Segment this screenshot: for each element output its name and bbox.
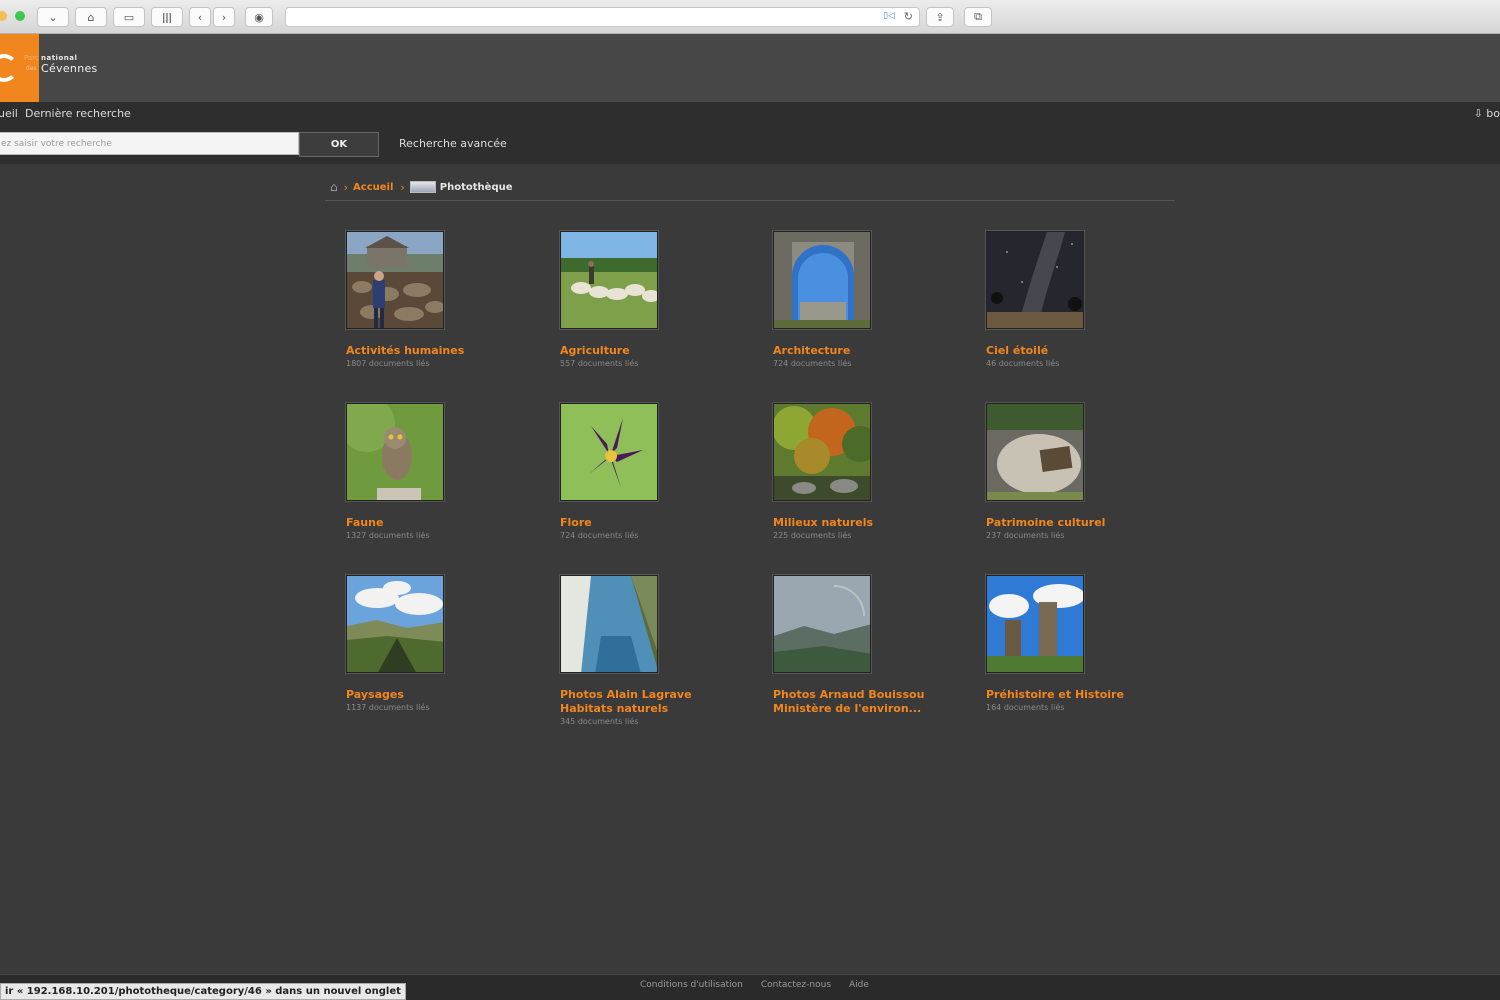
search-input[interactable] xyxy=(0,132,299,155)
footer-terms-link[interactable]: Conditions d'utilisation xyxy=(640,980,743,990)
category-count: 237 documents liés xyxy=(986,531,1065,540)
category-count: 164 documents liés xyxy=(986,703,1065,712)
category-title[interactable]: Architecture xyxy=(773,344,973,358)
category-thumbnail[interactable] xyxy=(346,403,444,501)
category-title-line2[interactable]: Habitats naturels xyxy=(560,702,760,716)
search-bar: OK Recherche avancée xyxy=(0,126,1500,164)
home-icon[interactable]: ⌂ xyxy=(330,180,338,194)
category-title-line2[interactable]: Ministère de l'environ... xyxy=(773,702,973,716)
reader-icon[interactable]: ▯◁ xyxy=(883,11,895,21)
category-title[interactable]: Préhistoire et Histoire xyxy=(986,688,1186,702)
category-title[interactable]: Paysages xyxy=(346,688,546,702)
bookmarks-icon[interactable]: ǀǀǀ xyxy=(151,7,183,27)
nav-last-search[interactable]: Dernière recherche xyxy=(25,107,131,120)
category-title[interactable]: Photos Arnaud Bouissou xyxy=(773,688,973,702)
reload-icon[interactable]: ↻ xyxy=(904,10,913,23)
breadcrumb-current: Photothèque xyxy=(439,181,513,193)
category-count: 1137 documents liés xyxy=(346,703,430,712)
category-count: 345 documents liés xyxy=(560,717,639,726)
logo-sun-icon xyxy=(0,54,18,82)
download-icon[interactable]: ⌄ xyxy=(37,7,69,27)
browser-toolbar: ⌄ ⌂ ▭ ǀǀǀ ‹ › ◉ ▯◁ ↻ ⇪ ⧉ xyxy=(0,0,1500,34)
minimize-button[interactable] xyxy=(0,11,7,21)
category-thumbnail[interactable] xyxy=(986,575,1084,673)
category-thumbnail[interactable] xyxy=(346,575,444,673)
nav-user-label: bo xyxy=(1486,107,1500,120)
logo-text-line2: Cévennes xyxy=(41,62,98,75)
category-card[interactable]: Activités humaines 1807 documents liés xyxy=(346,231,546,370)
category-card[interactable]: Agriculture 557 documents liés xyxy=(560,231,760,370)
breadcrumb-home-link[interactable]: Accueil xyxy=(353,182,393,193)
category-count: 557 documents liés xyxy=(560,359,639,368)
chevron-right-icon: › xyxy=(400,180,405,194)
category-count: 724 documents liés xyxy=(560,531,639,540)
category-thumbnail[interactable] xyxy=(986,403,1084,501)
category-title[interactable]: Patrimoine culturel xyxy=(986,516,1186,530)
nav-user[interactable]: ⇩ bo xyxy=(1474,107,1500,120)
category-thumbnail[interactable] xyxy=(346,231,444,329)
category-thumbnail[interactable] xyxy=(773,231,871,329)
category-title[interactable]: Agriculture xyxy=(560,344,760,358)
category-count: 225 documents liés xyxy=(773,531,852,540)
logo-text-line1: national xyxy=(41,54,78,62)
address-bar[interactable]: ▯◁ ↻ xyxy=(285,7,920,27)
breadcrumb: ⌂ › Accueil › Photothèque xyxy=(330,178,513,196)
category-title[interactable]: Faune xyxy=(346,516,546,530)
category-card[interactable]: Patrimoine culturel 237 documents liés xyxy=(986,403,1186,542)
tabs-icon[interactable]: ⧉ xyxy=(964,7,992,27)
category-title[interactable]: Activités humaines xyxy=(346,344,546,358)
category-card[interactable]: Faune 1327 documents liés xyxy=(346,403,546,542)
category-card[interactable]: Architecture 724 documents liés xyxy=(773,231,973,370)
category-thumbnail[interactable] xyxy=(986,231,1084,329)
share-icon[interactable]: ⇪ xyxy=(926,7,954,27)
breadcrumb-divider xyxy=(325,200,1175,201)
category-thumbnail[interactable] xyxy=(560,231,658,329)
extension-icon[interactable]: ◉ xyxy=(245,7,273,27)
category-card[interactable]: Photos Arnaud Bouissou Ministère de l'en… xyxy=(773,575,973,716)
logo-prefix-des: des xyxy=(26,65,37,72)
category-thumbnail[interactable] xyxy=(560,403,658,501)
category-card[interactable]: Photos Alain Lagrave Habitats naturels 3… xyxy=(560,575,760,728)
category-title[interactable]: Photos Alain Lagrave xyxy=(560,688,760,702)
search-ok-button[interactable]: OK xyxy=(299,132,379,157)
category-card[interactable]: Ciel étoilé 46 documents liés xyxy=(986,231,1186,370)
user-icon: ⇩ xyxy=(1473,107,1487,120)
footer-help-link[interactable]: Aide xyxy=(849,980,869,990)
category-card[interactable]: Flore 724 documents liés xyxy=(560,403,760,542)
main-nav: ueil Dernière recherche ⇩ bo xyxy=(0,102,1500,126)
category-title[interactable]: Milieux naturels xyxy=(773,516,973,530)
category-title[interactable]: Ciel étoilé xyxy=(986,344,1186,358)
category-count: 1327 documents liés xyxy=(346,531,430,540)
category-count: 724 documents liés xyxy=(773,359,852,368)
category-count: 46 documents liés xyxy=(986,359,1060,368)
zoom-button[interactable] xyxy=(15,11,25,21)
browser-status-url: ir « 192.168.10.201/phototheque/category… xyxy=(0,983,406,1000)
category-card[interactable]: Paysages 1137 documents liés xyxy=(346,575,546,714)
category-card[interactable]: Préhistoire et Histoire 164 documents li… xyxy=(986,575,1186,714)
category-thumbnail[interactable] xyxy=(773,575,871,673)
category-thumbnail[interactable] xyxy=(773,403,871,501)
sidebar-icon[interactable]: ▭ xyxy=(113,7,145,27)
site-header: Parc national des Cévennes xyxy=(0,34,1500,102)
phototheque-thumbnail xyxy=(409,181,436,193)
category-title[interactable]: Flore xyxy=(560,516,760,530)
category-count: 1807 documents liés xyxy=(346,359,430,368)
home-icon[interactable]: ⌂ xyxy=(75,7,107,27)
advanced-search-link[interactable]: Recherche avancée xyxy=(399,137,507,150)
back-icon[interactable]: ‹ xyxy=(189,7,211,27)
category-thumbnail[interactable] xyxy=(560,575,658,673)
category-card[interactable]: Milieux naturels 225 documents liés xyxy=(773,403,973,542)
chevron-right-icon: › xyxy=(343,180,349,194)
forward-icon[interactable]: › xyxy=(213,7,235,27)
nav-home[interactable]: ueil xyxy=(0,107,18,120)
footer-contact-link[interactable]: Contactez-nous xyxy=(761,980,831,990)
logo-prefix: Parc xyxy=(24,54,39,62)
